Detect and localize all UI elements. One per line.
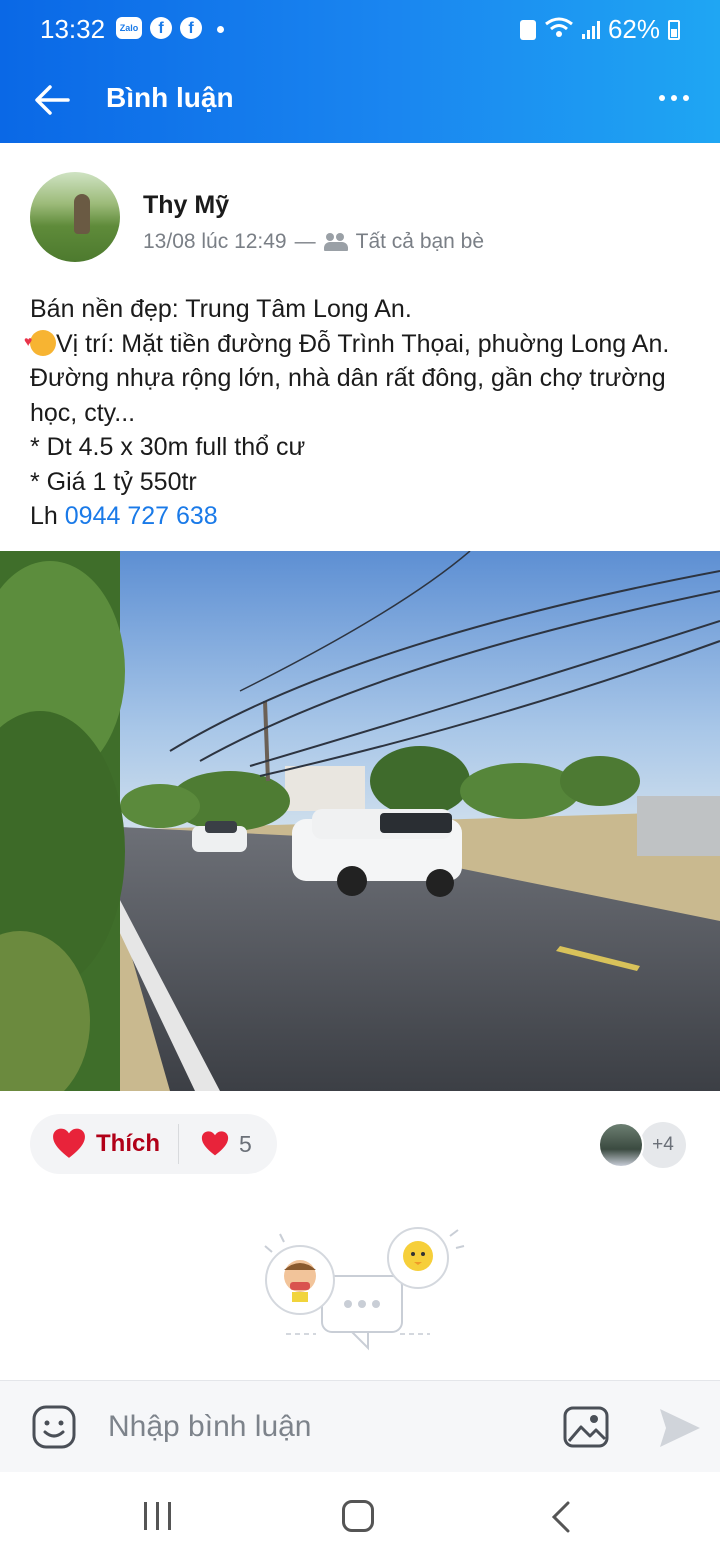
- phone-link[interactable]: 0944 727 638: [65, 502, 218, 530]
- author-avatar[interactable]: [30, 172, 120, 262]
- status-time: 13:32: [40, 14, 106, 44]
- battery-icon: [668, 19, 680, 40]
- heart-icon: [201, 1130, 229, 1158]
- comment-input[interactable]: [108, 1407, 528, 1447]
- post-line: * Giá 1 tỷ 550tr: [30, 467, 197, 496]
- attach-image-button[interactable]: [563, 1405, 609, 1449]
- post-text: Bán nền đẹp: Trung Tâm Long An. Vị trí: …: [24, 292, 696, 534]
- author-name[interactable]: Thy Mỹ: [143, 191, 229, 220]
- status-bar: 13:32 Zalo f f 62%: [0, 0, 720, 56]
- smiling-face-hearts-icon: [24, 324, 56, 358]
- send-icon: [660, 1409, 700, 1447]
- facebook-icon: f: [150, 17, 172, 39]
- battery-saver-icon: [519, 19, 536, 40]
- image-icon: [563, 1406, 609, 1448]
- post-timestamp: 13/08 lúc 12:49: [143, 230, 287, 253]
- post-line: * Dt 4.5 x 30m full thổ cư: [30, 433, 306, 461]
- post-audience: Tất cả bạn bè: [355, 230, 485, 253]
- dot-icon: [217, 26, 224, 33]
- sticker-button[interactable]: [32, 1405, 76, 1449]
- facebook-icon: f: [180, 17, 202, 39]
- chevron-left-icon: [551, 1501, 570, 1533]
- friends-icon: [323, 233, 348, 251]
- like-button[interactable]: Thích: [30, 1114, 178, 1174]
- more-dots-icon: [659, 95, 665, 101]
- empty-comments-illustration: [250, 1218, 470, 1358]
- wifi-icon: [544, 16, 574, 44]
- reaction-count-value: 5: [239, 1130, 252, 1157]
- post-line-location: Vị trí: Mặt tiền đường Đỗ Trình Thọai, p…: [24, 324, 696, 431]
- zalo-icon: Zalo: [116, 17, 142, 39]
- app-bar: Bình luận: [0, 56, 720, 143]
- more-options-button[interactable]: [656, 88, 692, 108]
- post-line: Bán nền đẹp: Trung Tâm Long An.: [30, 295, 412, 323]
- system-nav-bar: [0, 1472, 720, 1561]
- comment-bar: [0, 1380, 720, 1472]
- home-button[interactable]: [342, 1500, 374, 1532]
- status-right: 62%: [519, 14, 680, 45]
- post-photo[interactable]: [0, 551, 720, 1091]
- more-reactors-count: +4: [640, 1122, 686, 1168]
- reaction-count[interactable]: 5: [179, 1130, 252, 1158]
- arrow-left-icon: [35, 85, 70, 115]
- post-meta: 13/08 lúc 12:49 — Tất cả bạn bè: [143, 230, 484, 254]
- like-label: Thích: [96, 1130, 160, 1157]
- send-button[interactable]: [656, 1405, 702, 1451]
- recent-apps-button[interactable]: [140, 1502, 174, 1532]
- signal-icon: [581, 20, 600, 39]
- heart-icon: [52, 1127, 86, 1161]
- system-back-button[interactable]: [546, 1500, 576, 1534]
- back-button[interactable]: [28, 76, 76, 124]
- header: 13:32 Zalo f f 62% Bình luận: [0, 0, 720, 143]
- road-photo: [0, 551, 720, 1091]
- reactors-list[interactable]: +4: [598, 1122, 686, 1168]
- post-contact: Lh 0944 727 638: [30, 502, 218, 530]
- reaction-bar: Thích 5: [30, 1114, 277, 1174]
- reactor-avatar: [598, 1122, 644, 1168]
- page-title: Bình luận: [106, 82, 234, 113]
- smiley-icon: [32, 1405, 76, 1449]
- meta-separator: —: [294, 230, 316, 253]
- battery-level: 62%: [607, 14, 660, 44]
